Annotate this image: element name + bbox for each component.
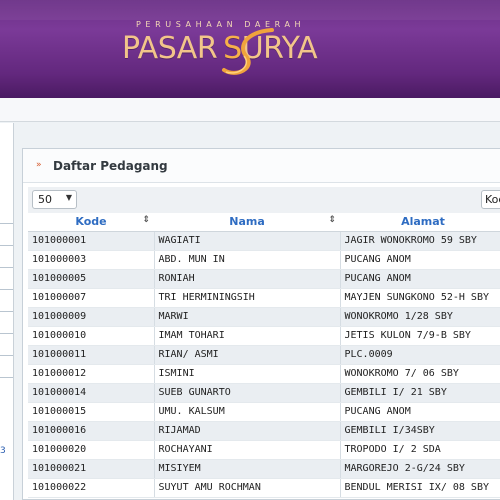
column-header-alamat[interactable]: Alamat — [340, 213, 500, 232]
cell-alamat: PUCANG ANOM — [340, 269, 500, 289]
cell-kode: 101000001 — [28, 231, 155, 251]
cell-alamat: PUCANG ANOM — [340, 250, 500, 270]
sidebar-divider — [0, 355, 13, 356]
table-row[interactable]: 101000012 ISMINI WONOKROMO 7/ 06 SBY — [28, 364, 500, 384]
cell-alamat: TROPODO I/ 2 SDA — [340, 440, 500, 460]
double-chevron-right-icon: » — [36, 160, 42, 170]
cell-nama: UMU. KALSUM — [154, 402, 341, 422]
cell-nama: RONIAH — [154, 269, 341, 289]
cell-kode: 101000003 — [28, 250, 155, 270]
cell-alamat: BENDUL MERISI IX/ 08 SBY — [340, 478, 500, 498]
pedagang-table: Kode ⇕ Nama ⇕ Alamat 101000001 WAGIATI JAGIR… — [28, 213, 500, 498]
cell-kode: 101000014 — [28, 383, 155, 403]
pedagang-panel: » Daftar Pedagang 50 ▼ Kode Kode ⇕ Nama ⇕ … — [22, 148, 500, 500]
cell-nama: ISMINI — [154, 364, 341, 384]
app-header: PERUSAHAAN DAERAH PASAR SURYA — [0, 0, 500, 98]
table-row[interactable]: 101000016 RIJAMAD GEMBILI I/34SBY — [28, 421, 500, 441]
cell-nama: TRI HERMININGSIH — [154, 288, 341, 308]
table-row[interactable]: 101000022 SUYUT AMU ROCHMAN BENDUL MERISI … — [28, 478, 500, 498]
cell-alamat: MAYJEN SUNGKONO 52-H SBY — [340, 288, 500, 308]
panel-title: Daftar Pedagang — [53, 159, 168, 173]
table-row[interactable]: 101000011 RIAN/ ASMI PLC.0009 — [28, 345, 500, 365]
cell-alamat: JETIS KULON 7/9-B SBY — [340, 326, 500, 346]
cell-nama: ABD. MUN IN — [154, 250, 341, 270]
cell-alamat: PUCANG ANOM — [340, 402, 500, 422]
cell-nama: WAGIATI — [154, 231, 341, 251]
sidebar-mark[interactable]: 3 — [0, 446, 6, 456]
table-header-row: Kode ⇕ Nama ⇕ Alamat — [28, 213, 500, 232]
sidebar-divider — [0, 377, 13, 378]
sidebar-divider — [0, 289, 13, 290]
column-label: Nama — [229, 215, 265, 229]
sidebar: 3 — [0, 123, 14, 500]
table-row[interactable]: 101000021 MISIYEM MARGOREJO 2-G/24 SBY — [28, 459, 500, 479]
cell-kode: 101000009 — [28, 307, 155, 327]
column-header-nama[interactable]: Nama ⇕ — [154, 213, 340, 232]
cell-nama: RIAN/ ASMI — [154, 345, 341, 365]
sort-icon: ⇕ — [328, 215, 336, 225]
cell-kode: 101000012 — [28, 364, 155, 384]
cell-alamat: WONOKROMO 1/28 SBY — [340, 307, 500, 327]
cell-kode: 101000022 — [28, 478, 155, 498]
brand-swoosh-icon — [222, 28, 274, 75]
page-size-select[interactable]: 50 ▼ — [32, 190, 77, 209]
table-row[interactable]: 101000014 SUEB GUNARTO GEMBILI I/ 21 SBY — [28, 383, 500, 403]
sidebar-divider — [0, 267, 13, 268]
cell-nama: IMAM TOHARI — [154, 326, 341, 346]
sort-icon: ⇕ — [142, 215, 150, 225]
sidebar-divider — [0, 333, 13, 334]
search-column-select[interactable]: Kode — [481, 190, 500, 209]
cell-alamat: WONOKROMO 7/ 06 SBY — [340, 364, 500, 384]
nav-band — [0, 98, 500, 122]
table-row[interactable]: 101000009 MARWI WONOKROMO 1/28 SBY — [28, 307, 500, 327]
table-row[interactable]: 101000020 ROCHAYANI TROPODO I/ 2 SDA — [28, 440, 500, 460]
cell-alamat: GEMBILI I/34SBY — [340, 421, 500, 441]
cell-nama: SUYUT AMU ROCHMAN — [154, 478, 341, 498]
brand-left: PASAR — [122, 31, 218, 66]
table-row[interactable]: 101000005 RONIAH PUCANG ANOM — [28, 269, 500, 289]
cell-kode: 101000016 — [28, 421, 155, 441]
cell-kode: 101000011 — [28, 345, 155, 365]
cell-alamat: PLC.0009 — [340, 345, 500, 365]
table-row[interactable]: 101000010 IMAM TOHARI JETIS KULON 7/9-B SB… — [28, 326, 500, 346]
cell-nama: ROCHAYANI — [154, 440, 341, 460]
cell-kode: 101000015 — [28, 402, 155, 422]
column-header-kode[interactable]: Kode ⇕ — [28, 213, 154, 232]
sidebar-divider — [0, 223, 13, 224]
table-row[interactable]: 101000003 ABD. MUN IN PUCANG ANOM — [28, 250, 500, 270]
panel-header: » Daftar Pedagang — [23, 149, 500, 183]
page-size-value: 50 — [38, 193, 52, 206]
cell-nama: SUEB GUNARTO — [154, 383, 341, 403]
cell-alamat: MARGOREJO 2-G/24 SBY — [340, 459, 500, 479]
cell-nama: RIJAMAD — [154, 421, 341, 441]
table-toolbar: 50 ▼ Kode — [28, 187, 500, 213]
table-row[interactable]: 101000001 WAGIATI JAGIR WONOKROMO 59 SBY — [28, 231, 500, 251]
column-label: Alamat — [401, 215, 445, 229]
table-row[interactable]: 101000007 TRI HERMININGSIH MAYJEN SUNGKONO… — [28, 288, 500, 308]
cell-nama: MISIYEM — [154, 459, 341, 479]
cell-kode: 101000021 — [28, 459, 155, 479]
column-label: Kode — [75, 215, 107, 229]
chevron-down-icon: ▼ — [65, 193, 72, 202]
cell-alamat: JAGIR WONOKROMO 59 SBY — [340, 231, 500, 251]
cell-kode: 101000020 — [28, 440, 155, 460]
header-shine — [0, 0, 500, 20]
cell-nama: MARWI — [154, 307, 341, 327]
cell-kode: 101000007 — [28, 288, 155, 308]
sidebar-divider — [0, 245, 13, 246]
cell-kode: 101000010 — [28, 326, 155, 346]
cell-alamat: GEMBILI I/ 21 SBY — [340, 383, 500, 403]
cell-kode: 101000005 — [28, 269, 155, 289]
sidebar-divider — [0, 311, 13, 312]
table-row[interactable]: 101000015 UMU. KALSUM PUCANG ANOM — [28, 402, 500, 422]
